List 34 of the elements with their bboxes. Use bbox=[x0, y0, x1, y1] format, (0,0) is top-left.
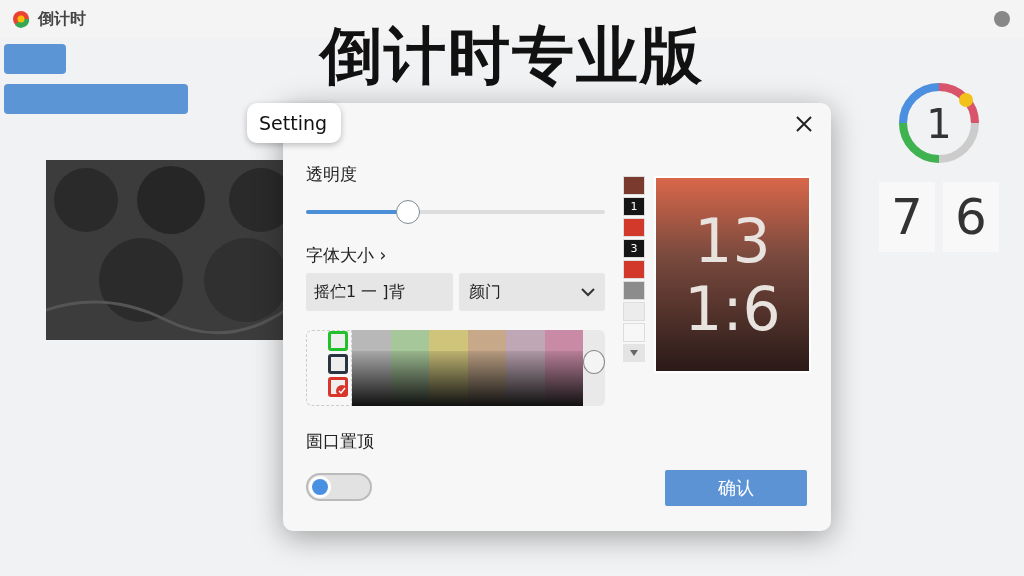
font-size-label[interactable]: 字体大小 › bbox=[306, 244, 605, 267]
font-field[interactable]: 摇伫1 一 ]背 bbox=[306, 273, 453, 311]
pin-on-top-label: 圄口置顶 bbox=[306, 430, 375, 453]
color-palette[interactable] bbox=[352, 330, 583, 406]
style-thumbnail[interactable] bbox=[623, 281, 645, 300]
triangle-down-icon bbox=[630, 350, 638, 356]
opacity-label: 透明度 bbox=[306, 163, 358, 186]
scrollbar[interactable] bbox=[583, 330, 605, 406]
color-swatch[interactable] bbox=[328, 354, 348, 374]
pin-toggle[interactable] bbox=[306, 473, 372, 501]
app-logo-icon bbox=[12, 10, 30, 28]
chevron-down-icon bbox=[581, 287, 595, 297]
settings-icon[interactable] bbox=[992, 9, 1012, 29]
color-swatch[interactable] bbox=[328, 377, 348, 397]
style-thumbnail[interactable] bbox=[623, 218, 645, 237]
opacity-slider[interactable] bbox=[306, 200, 605, 224]
dialog-tab[interactable]: Setting bbox=[247, 103, 342, 143]
digit-card: 7 bbox=[879, 182, 935, 252]
style-thumbnail[interactable]: 1 bbox=[623, 197, 645, 216]
style-thumbnail[interactable] bbox=[623, 302, 645, 321]
more-button[interactable] bbox=[623, 344, 645, 362]
slider-thumb[interactable] bbox=[395, 200, 420, 224]
style-thumbnail[interactable] bbox=[623, 260, 645, 279]
color-dropdown[interactable]: 颜门 bbox=[459, 273, 605, 311]
window-title: 倒计时 bbox=[38, 8, 86, 30]
preview-time: 1:6 bbox=[684, 278, 781, 339]
ring-number: 1 bbox=[926, 101, 952, 147]
digit-card: 6 bbox=[943, 182, 999, 252]
headline: 倒计时专业版 bbox=[320, 18, 704, 94]
style-thumbnail[interactable] bbox=[623, 176, 645, 195]
preview-time: 13 bbox=[694, 210, 771, 271]
style-thumbnail[interactable] bbox=[623, 323, 645, 342]
style-thumbnail[interactable]: 3 bbox=[623, 239, 645, 258]
color-swatch[interactable] bbox=[328, 331, 348, 351]
